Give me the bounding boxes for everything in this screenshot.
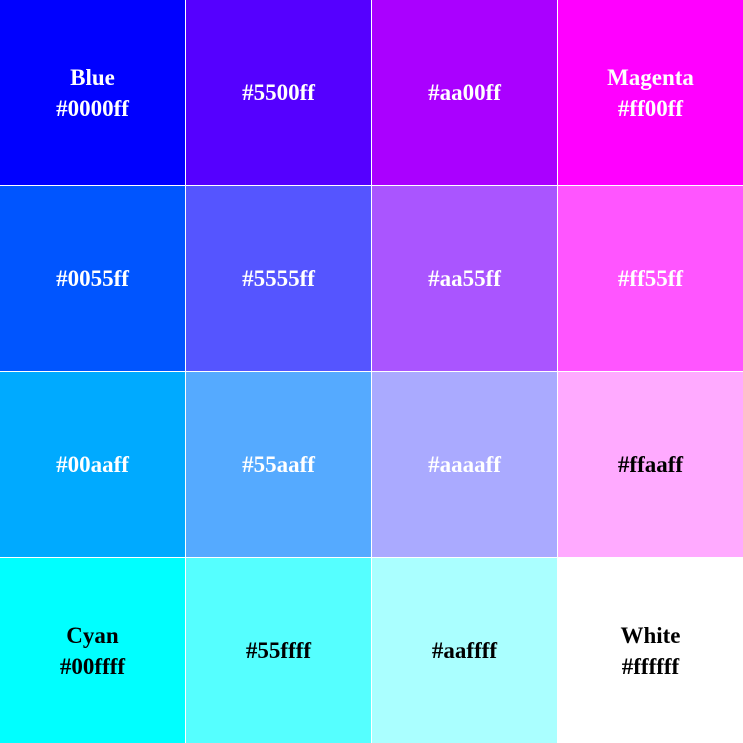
swatch-aaffff: #aaffff: [372, 558, 557, 743]
swatch-white: White #ffffff: [558, 558, 743, 743]
swatch-5500ff: #5500ff: [186, 0, 371, 185]
swatch-hex: #00aaff: [56, 452, 129, 477]
swatch-hex: #aaffff: [431, 638, 498, 663]
swatch-hex: #00ffff: [59, 653, 126, 679]
swatch-55aaff: #55aaff: [186, 372, 371, 557]
swatch-55ffff: #55ffff: [186, 558, 371, 743]
color-swatch-grid: Blue #0000ff #5500ff #aa00ff Magenta #ff…: [0, 0, 743, 743]
swatch-name: Cyan: [66, 622, 119, 648]
swatch-00aaff: #00aaff: [0, 372, 185, 557]
swatch-aa55ff: #aa55ff: [372, 186, 557, 371]
swatch-hex: #ffffff: [621, 653, 680, 679]
swatch-hex: #ff55ff: [617, 266, 684, 291]
swatch-hex: #55ffff: [245, 638, 312, 663]
swatch-hex: #ff00ff: [617, 95, 684, 121]
swatch-ffaaff: #ffaaff: [558, 372, 743, 557]
swatch-aa00ff: #aa00ff: [372, 0, 557, 185]
swatch-name: White: [620, 622, 681, 648]
swatch-hex: #aa00ff: [428, 80, 501, 105]
swatch-hex: #aaaaff: [428, 452, 501, 477]
swatch-hex: #5555ff: [242, 266, 315, 291]
swatch-blue: Blue #0000ff: [0, 0, 185, 185]
swatch-0055ff: #0055ff: [0, 186, 185, 371]
swatch-cyan: Cyan #00ffff: [0, 558, 185, 743]
swatch-aaaaff: #aaaaff: [372, 372, 557, 557]
swatch-5555ff: #5555ff: [186, 186, 371, 371]
swatch-hex: #0055ff: [56, 266, 129, 291]
swatch-hex: #ffaaff: [617, 452, 684, 477]
swatch-name: Blue: [70, 64, 115, 90]
swatch-hex: #5500ff: [242, 80, 315, 105]
swatch-ff55ff: #ff55ff: [558, 186, 743, 371]
swatch-name: Magenta: [607, 64, 694, 90]
swatch-hex: #0000ff: [56, 95, 129, 121]
swatch-hex: #aa55ff: [428, 266, 501, 291]
swatch-magenta: Magenta #ff00ff: [558, 0, 743, 185]
swatch-hex: #55aaff: [242, 452, 315, 477]
